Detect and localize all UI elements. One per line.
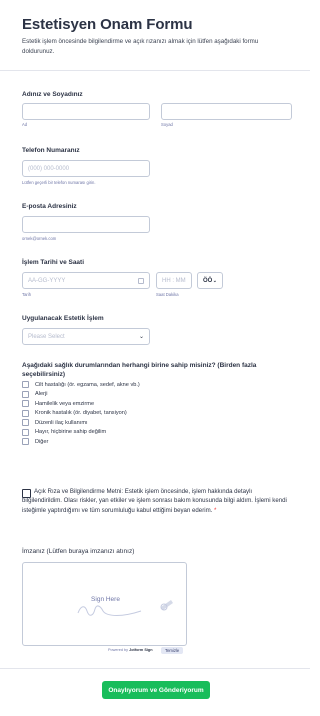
signature-placeholder: Sign Here	[91, 596, 120, 603]
checkbox[interactable]	[22, 400, 29, 408]
chevron-down-icon: ⌄	[138, 334, 144, 340]
chevron-down-icon: ⌄	[212, 277, 217, 284]
powered-by-text: Powered by	[108, 648, 129, 652]
name-label: Adınız ve Soyadınız	[22, 91, 83, 98]
datetime-label: İşlem Tarihi ve Saati	[22, 259, 85, 266]
health-option[interactable]: Hayır, hiçbirine sahip değilim	[22, 428, 290, 438]
consent-text-wrap: Açık Rıza ve Bilgilendirme Metni: Esteti…	[22, 487, 290, 515]
signature-label: İmzanız (Lütfen buraya imzanızı atınız)	[22, 548, 135, 555]
procedure-select[interactable]: Please Select ⌄	[22, 328, 150, 345]
checkbox[interactable]	[22, 419, 29, 427]
health-option[interactable]: Düzenli ilaç kullanımı	[22, 418, 290, 428]
checkbox[interactable]	[22, 428, 29, 436]
procedure-label: Uygulanacak Estetik İşlem	[22, 315, 104, 322]
submit-button[interactable]: Onaylıyorum ve Gönderiyorum	[102, 681, 210, 699]
last-name-input[interactable]	[161, 103, 292, 120]
ampm-select[interactable]: ÖÖ ⌄	[197, 272, 223, 289]
required-mark: *	[214, 506, 217, 514]
health-option[interactable]: Kronik hastalık (ör. diyabet, tansiyon)	[22, 409, 290, 419]
date-input[interactable]: AA-GG-YYYY	[22, 272, 150, 289]
ampm-value: ÖÖ	[203, 277, 213, 284]
phone-input[interactable]: (000) 000-0000	[22, 160, 150, 177]
time-placeholder: HH : MM	[162, 277, 186, 284]
page-subtitle: Estetik işlem öncesinde bilgilendirme ve…	[22, 38, 259, 55]
checkbox[interactable]	[22, 381, 29, 389]
health-options: Cilt hastalığı (ör. egzama, sedef, akne …	[22, 380, 290, 447]
phone-label: Telefon Numaranız	[22, 147, 80, 154]
procedure-selected: Please Select	[28, 333, 65, 340]
health-option[interactable]: Alerji	[22, 390, 290, 400]
first-name-input[interactable]	[22, 103, 150, 120]
health-option[interactable]: Diğer	[22, 437, 290, 447]
consent-text: Açık Rıza ve Bilgilendirme Metni: Esteti…	[22, 488, 287, 514]
phone-placeholder: (000) 000-0000	[28, 165, 70, 172]
consent-field: Açık Rıza ve Bilgilendirme Metni: Esteti…	[22, 487, 290, 515]
signature-placeholder-art	[77, 600, 173, 616]
powered-by: Powered by Jotform Sign	[108, 648, 153, 652]
footer-divider	[0, 668, 310, 669]
last-name-sublabel: Soyad	[161, 122, 173, 127]
jotform-sign-logo: Jotform Sign	[129, 648, 153, 652]
health-label: Aşağıdaki sağlık durumlarından herhangi …	[22, 362, 257, 378]
date-placeholder: AA-GG-YYYY	[28, 277, 66, 284]
email-input[interactable]	[22, 216, 150, 233]
checkbox[interactable]	[22, 438, 29, 446]
first-name-sublabel: Ad	[22, 122, 28, 127]
email-label: E-posta Adresiniz	[22, 203, 77, 210]
checkbox[interactable]	[22, 409, 29, 417]
form-header: Estetisyen Onam Formu Estetik işlem önce…	[0, 0, 310, 71]
clear-signature-button[interactable]: Temizle	[161, 647, 184, 654]
checkbox[interactable]	[22, 390, 29, 398]
time-sublabel: Saat Dakika	[156, 292, 179, 297]
health-option[interactable]: Cilt hastalığı (ör. egzama, sedef, akne …	[22, 380, 290, 390]
time-input[interactable]: HH : MM	[156, 272, 192, 289]
calendar-icon[interactable]	[138, 277, 144, 284]
email-sublabel: ornek@ornek.com	[22, 236, 57, 241]
date-sublabel: Tarih	[22, 292, 32, 297]
signature-pad[interactable]: Sign Here	[22, 562, 187, 646]
page-title: Estetisyen Onam Formu	[22, 16, 193, 33]
consent-checkbox[interactable]	[22, 489, 31, 498]
health-option[interactable]: Hamilelik veya emzirme	[22, 399, 290, 409]
phone-sublabel: Lütfen geçerli bir telefon numarası giri…	[22, 180, 96, 185]
